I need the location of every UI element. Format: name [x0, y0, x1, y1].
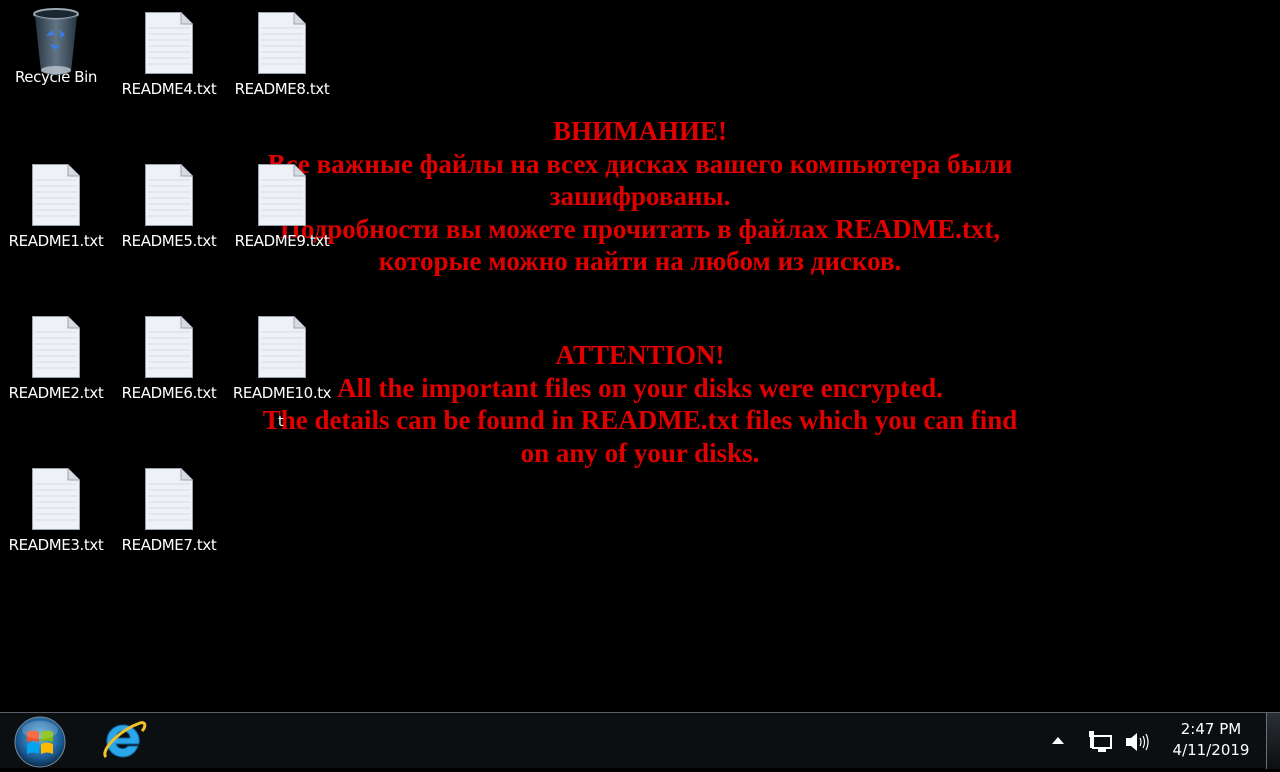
internet-explorer-icon [103, 721, 147, 759]
desktop-icon-label: README1.txt [8, 232, 104, 250]
desktop-icon-readme1[interactable]: README1.txt [0, 164, 112, 250]
text-file-icon [32, 316, 80, 378]
desktop-icon-recycle-bin[interactable]: Recycle Bin [0, 8, 112, 86]
text-file-icon [258, 316, 306, 378]
clock-date: 4/11/2019 [1172, 741, 1250, 759]
text-file-icon [145, 12, 193, 74]
text-file-icon [258, 164, 306, 226]
desktop-icon-readme10[interactable]: README10.tx [226, 316, 338, 402]
desktop-icon-label: README5.txt [121, 232, 217, 250]
text-file-icon [32, 164, 80, 226]
desktop-icon-readme4[interactable]: README4.txt [113, 12, 225, 98]
text-file-icon [32, 468, 80, 530]
ransom-line: The details can be found in README.txt f… [262, 405, 1018, 435]
system-clock[interactable]: 2:47 PM 4/11/2019 [1160, 719, 1262, 761]
text-file-icon [145, 316, 193, 378]
desktop-icon-label: README8.txt [234, 80, 330, 98]
start-button[interactable] [14, 716, 66, 768]
recycle-bin-icon [32, 8, 80, 75]
desktop-icon-readme6[interactable]: README6.txt [113, 316, 225, 402]
desktop-icon-readme5[interactable]: README5.txt [113, 164, 225, 250]
desktop-icon-label: README3.txt [8, 536, 104, 554]
text-file-icon [145, 468, 193, 530]
desktop-icon-label: README10.tx [232, 384, 332, 402]
desktop: ВНИМАНИЕ! Все важные файлы на всех диска… [0, 0, 1280, 712]
text-cursor: t [278, 414, 284, 430]
taskbar-internet-explorer[interactable] [98, 717, 148, 765]
network-icon[interactable] [1089, 731, 1113, 757]
desktop-icon-label: README9.txt [234, 232, 330, 250]
show-desktop-button[interactable] [1266, 713, 1280, 769]
desktop-icon-readme2[interactable]: README2.txt [0, 316, 112, 402]
taskbar: 2:47 PM 4/11/2019 [0, 712, 1280, 769]
text-file-icon [145, 164, 193, 226]
desktop-icon-readme3[interactable]: README3.txt [0, 468, 112, 554]
desktop-icon-label: README4.txt [121, 80, 217, 98]
windows-start-orb-icon [14, 716, 66, 768]
desktop-icon-label: README2.txt [8, 384, 104, 402]
desktop-icon-readme9[interactable]: README9.txt [226, 164, 338, 250]
speaker-icon[interactable] [1125, 731, 1149, 757]
clock-time: 2:47 PM [1180, 720, 1242, 738]
text-file-icon [258, 12, 306, 74]
desktop-icon-readme8[interactable]: README8.txt [226, 12, 338, 98]
show-hidden-icons-button[interactable] [1052, 737, 1064, 744]
desktop-icon-readme7[interactable]: README7.txt [113, 468, 225, 554]
ransom-line: ВНИМАНИЕ! [553, 116, 727, 146]
desktop-icon-label: README6.txt [121, 384, 217, 402]
ransom-line: on any of your disks. [520, 437, 760, 468]
desktop-icon-label: README7.txt [121, 536, 217, 554]
